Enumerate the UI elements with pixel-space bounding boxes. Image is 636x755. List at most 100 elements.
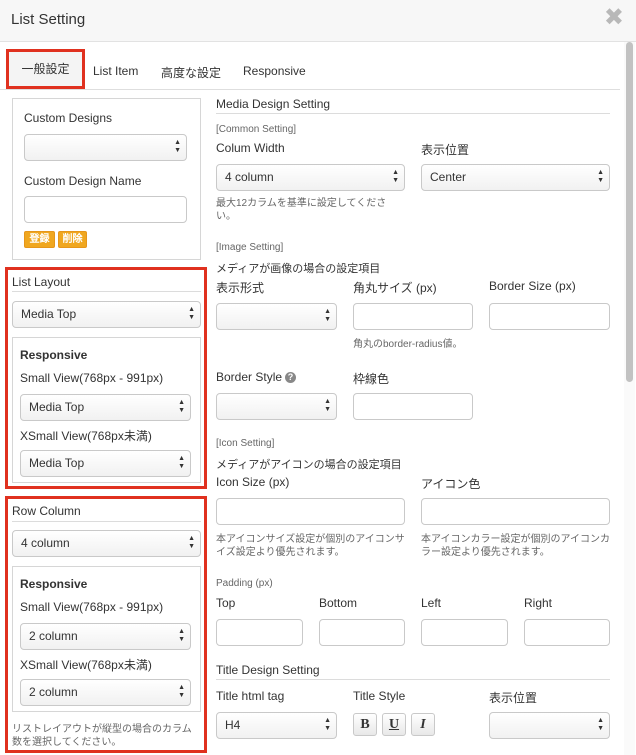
icon-color-input[interactable]	[421, 498, 610, 525]
close-icon[interactable]: ✖	[604, 6, 624, 30]
media-position-value: Center	[430, 170, 467, 184]
colum-width-note: 最大12カラムを基準に設定してください。	[216, 198, 387, 222]
list-layout-xsmall-select[interactable]: Media Top ▲ ▼	[20, 450, 191, 477]
dialog-title: List Setting	[11, 11, 86, 28]
icon-setting-description: メディアがアイコンの場合の設定項目	[216, 459, 402, 471]
colum-width-select[interactable]: 4 column ▲ ▼	[216, 164, 405, 191]
tab-responsive[interactable]: Responsive	[243, 64, 306, 78]
icon-color-note: 本アイコンカラー設定が個別のアイコンカラー設定より優先されます。	[421, 534, 610, 558]
image-setting-description: メディアが画像の場合の設定項目	[216, 263, 381, 275]
chevron-updown-icon: ▲ ▼	[174, 139, 181, 154]
padding-bottom-label: Bottom	[319, 596, 358, 610]
list-layout-xsmall-label: XSmall View(768px未満)	[20, 429, 152, 443]
padding-left-input[interactable]	[421, 619, 508, 646]
custom-designs-label: Custom Designs	[24, 111, 113, 125]
icon-size-label: Icon Size (px)	[216, 475, 290, 489]
row-column-label: Row Column	[12, 504, 81, 518]
radius-label: 角丸サイズ (px)	[353, 281, 437, 295]
register-button[interactable]: 登録	[24, 231, 55, 248]
display-format-label: 表示形式	[216, 281, 265, 295]
padding-left-label: Left	[421, 596, 442, 610]
tab-list-item[interactable]: List Item	[93, 64, 138, 78]
list-layout-label: List Layout	[12, 275, 71, 289]
border-style-label: Border Style	[216, 370, 283, 384]
border-color-label: 枠線色	[353, 372, 390, 386]
media-position-select[interactable]: Center ▲ ▼	[421, 164, 610, 191]
tab-general[interactable]: 一般設定	[6, 49, 85, 89]
chevron-updown-icon: ▲ ▼	[392, 169, 399, 184]
row-column-xsmall-select[interactable]: 2 column ▲ ▼	[20, 679, 191, 706]
title-tag-select[interactable]: H4 ▲ ▼	[216, 712, 337, 739]
list-layout-value: Media Top	[21, 307, 77, 321]
chevron-updown-icon: ▲ ▼	[324, 308, 331, 323]
row-column-small-select[interactable]: 2 column ▲ ▼	[20, 623, 191, 650]
border-size-input[interactable]	[489, 303, 610, 330]
chevron-updown-icon: ▲ ▼	[178, 399, 185, 414]
list-layout-divider	[12, 291, 201, 292]
media-design-section-title: Media Design Setting	[216, 97, 331, 111]
title-tag-value: H4	[225, 718, 241, 732]
custom-designs-select[interactable]: ▲ ▼	[24, 134, 187, 161]
scrollbar[interactable]	[624, 42, 635, 755]
icon-size-note: 本アイコンサイズ設定が個別のアイコンサイズ設定より優先されます。	[216, 534, 405, 558]
display-format-select[interactable]: ▲ ▼	[216, 303, 337, 330]
custom-design-name-input[interactable]	[24, 196, 187, 223]
title-style-label: Title Style	[353, 689, 406, 703]
bold-button[interactable]: B	[353, 713, 377, 736]
row-column-divider	[12, 521, 201, 522]
chevron-updown-icon: ▲ ▼	[178, 455, 185, 470]
delete-button[interactable]: 削除	[58, 231, 87, 248]
padding-right-input[interactable]	[524, 619, 610, 646]
padding-top-label: Top	[216, 596, 236, 610]
title-design-section-title: Title Design Setting	[216, 663, 320, 677]
radius-input[interactable]	[353, 303, 473, 330]
title-position-label: 表示位置	[489, 691, 538, 705]
row-column-select[interactable]: 4 column ▲ ▼	[12, 530, 201, 557]
padding-top-input[interactable]	[216, 619, 303, 646]
radius-note: 角丸のborder-radius値。	[353, 339, 463, 350]
border-size-label: Border Size (px)	[489, 279, 576, 293]
custom-design-name-label: Custom Design Name	[24, 174, 142, 188]
row-column-responsive-title: Responsive	[20, 577, 88, 591]
title-position-select[interactable]: ▲ ▼	[489, 712, 610, 739]
dialog-titlebar: List Setting ✖	[0, 0, 636, 42]
icon-color-label: アイコン色	[421, 477, 481, 491]
italic-button[interactable]: I	[411, 713, 435, 736]
icon-setting-heading: [Icon Setting]	[216, 438, 275, 449]
row-column-value: 4 column	[21, 536, 70, 550]
list-layout-small-select[interactable]: Media Top ▲ ▼	[20, 394, 191, 421]
row-column-note: リストレイアウトが縦型の場合のカラム数を選択してください。	[12, 724, 192, 748]
row-column-xsmall-value: 2 column	[29, 685, 78, 699]
list-layout-select[interactable]: Media Top ▲ ▼	[12, 301, 201, 328]
chevron-updown-icon: ▲ ▼	[188, 306, 195, 321]
chevron-updown-icon: ▲ ▼	[597, 717, 604, 732]
chevron-updown-icon: ▲ ▼	[324, 717, 331, 732]
chevron-updown-icon: ▲ ▼	[178, 684, 185, 699]
icon-size-input[interactable]	[216, 498, 405, 525]
colum-width-value: 4 column	[225, 170, 274, 184]
list-layout-small-label: Small View(768px - 991px)	[20, 371, 164, 385]
tab-advanced[interactable]: 高度な設定	[161, 64, 221, 81]
padding-right-label: Right	[524, 596, 553, 610]
list-layout-small-value: Media Top	[29, 400, 85, 414]
colum-width-label: Colum Width	[216, 141, 285, 155]
list-layout-responsive-title: Responsive	[20, 348, 88, 362]
row-column-small-label: Small View(768px - 991px)	[20, 600, 164, 614]
chevron-updown-icon: ▲ ▼	[597, 169, 604, 184]
chevron-updown-icon: ▲ ▼	[324, 398, 331, 413]
padding-heading: Padding (px)	[216, 578, 273, 589]
image-setting-heading: [Image Setting]	[216, 242, 284, 253]
padding-bottom-input[interactable]	[319, 619, 405, 646]
border-style-select[interactable]: ▲ ▼	[216, 393, 337, 420]
help-icon[interactable]: ?	[285, 372, 296, 383]
media-design-divider	[216, 113, 610, 114]
row-column-xsmall-label: XSmall View(768px未満)	[20, 658, 152, 672]
underline-button[interactable]: U	[382, 713, 406, 736]
media-position-label: 表示位置	[421, 143, 470, 157]
border-color-input[interactable]	[353, 393, 473, 420]
common-setting-heading: [Common Setting]	[216, 124, 297, 135]
row-column-small-value: 2 column	[29, 629, 78, 643]
chevron-updown-icon: ▲ ▼	[178, 628, 185, 643]
scrollbar-thumb[interactable]	[626, 42, 633, 382]
title-design-divider	[216, 679, 610, 680]
